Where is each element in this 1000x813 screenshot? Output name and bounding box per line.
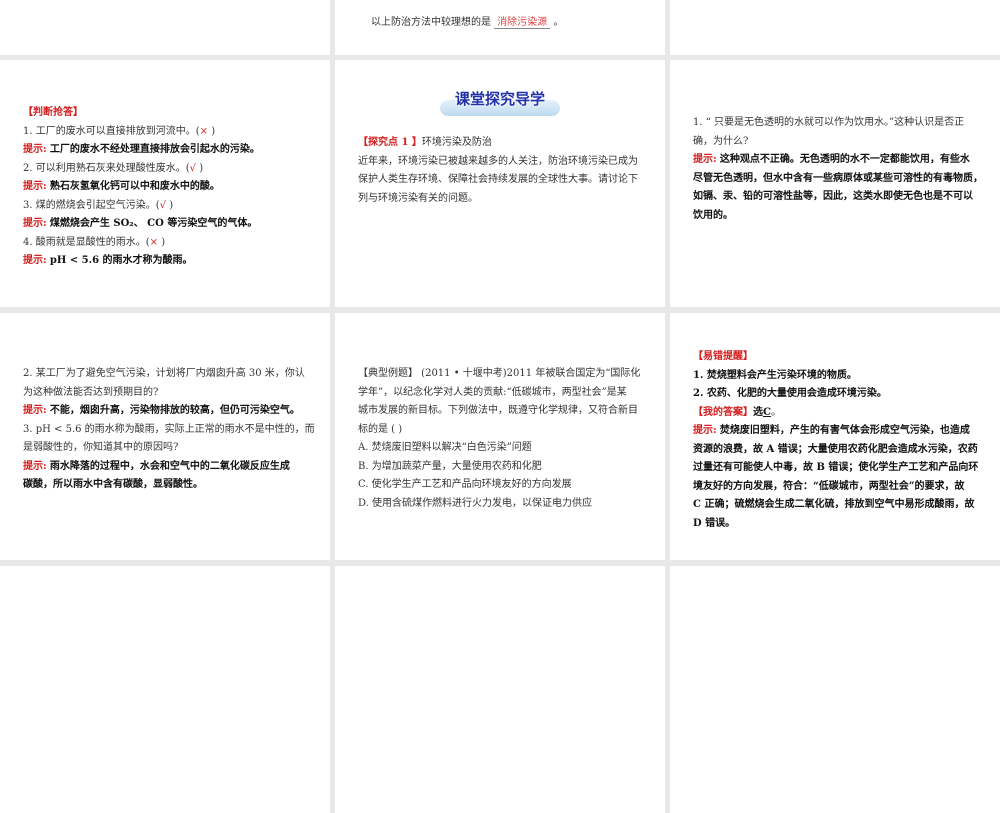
hint-text: 这种观点不正确。无色透明的水不一定都能饮用，有些水 [719, 154, 970, 165]
text-line: 3. pH < 5.6 的雨水称为酸雨，实际上正常的雨水不是中性的，而 [23, 423, 315, 435]
slide-thumbnail[interactable] [0, 0, 330, 55]
hint-text: 尽管无色透明，但水中含有一些病原体或某些可溶性的有毒物质， [693, 172, 983, 184]
slide-judge[interactable]: 【判断抢答】 1. 工厂的废水可以直接排放到河流中。(× ) 提示: 工厂的废水… [0, 60, 330, 307]
bracket: ) [199, 162, 204, 174]
explore-text: 【探究点 1 】环境污染及防治 近年来，环境污染已被越来越多的人关注，防治环境污… [358, 134, 645, 208]
hint-label: 提示: [693, 154, 717, 165]
check-icon: √ [189, 162, 196, 174]
hint-text: D 错误。 [693, 517, 736, 529]
tip-line: 2. 农药、化肥的大量使用会造成环境污染。 [693, 388, 887, 399]
hint-label: 提示: [23, 460, 47, 472]
point-title: 环境污染及防治 [421, 137, 492, 148]
slide-thumbnail[interactable] [670, 0, 1000, 55]
judge-hint: 提示: pH < 5.6 的雨水才称为酸雨。 [23, 252, 310, 271]
text-line: 选 [753, 406, 763, 418]
answer-blank: 消除污染源 [494, 17, 551, 29]
hint-text: 工厂的废水不经处理直接排放会引起水的污染。 [49, 144, 260, 155]
text-line: 确，为什么? [693, 135, 749, 147]
text-line: 是弱酸性的，你知道其中的原因吗? [23, 442, 179, 453]
text-line: 【典型例题】 (2011 • 十堰中考)2011 年被联合国定为“国际化 [358, 368, 641, 379]
question-text: 2. 某工厂为了避免空气污染，计划将厂内烟囱升高 30 米，你认 为这种做法能否… [23, 365, 315, 495]
my-answer-label: 【我的答案】 [693, 406, 753, 418]
slide-thumbnail[interactable] [670, 566, 1000, 813]
option-c: C. 使化学生产工艺和产品向环境友好的方向发展 [358, 479, 572, 490]
hint-text: 焚烧废旧塑料，产生的有害气体会形成空气污染，也造成 [719, 425, 970, 436]
judge-question: 4. 酸雨就是显酸性的雨水。(× ) [23, 234, 310, 253]
text-line: 列与环境污染有关的问题。 [358, 192, 478, 204]
text-line: 保护人类生存环境、保障社会持续发展的全球性大事。请讨论下 [358, 174, 638, 185]
text-line: 2. 某工厂为了避免空气污染，计划将厂内烟囱升高 30 米，你认 [23, 368, 305, 379]
slide-question-2-3[interactable]: 2. 某工厂为了避免空气污染，计划将厂内烟囱升高 30 米，你认 为这种做法能否… [0, 313, 330, 560]
slide-text: 以上防治方法中较理想的是 消除污染源 。 [371, 14, 645, 33]
tips-heading: 【易错提醒】 [693, 351, 753, 362]
hint-text: pH < 5.6 的雨水才称为酸雨。 [49, 255, 193, 266]
text-line: 。 [770, 406, 781, 418]
hint-text: 煤燃烧会产生 SO₂、 CO 等污染空气的气体。 [49, 218, 258, 229]
hint-text: 过量还有可能使人中毒，故 B 错误；使化学生产工艺和产品向环 [693, 462, 979, 473]
question-text: 3. 煤的燃烧会引起空气污染。( [23, 199, 160, 211]
tip-line: 1. 焚烧塑料会产生污染环境的物质。 [693, 369, 857, 381]
hint-text: 熟石灰氢氧化钙可以中和废水中的酸。 [49, 181, 220, 192]
judge-hint: 提示: 熟石灰氢氧化钙可以中和废水中的酸。 [23, 178, 310, 197]
question-text: 1. “ 只要是无色透明的水就可以作为饮用水。”这种认识是否正 确，为什么? 提… [693, 114, 983, 225]
slide-question-1[interactable]: 1. “ 只要是无色透明的水就可以作为饮用水。”这种认识是否正 确，为什么? 提… [670, 60, 1000, 307]
slide-explore[interactable]: 课堂探究导学 【探究点 1 】环境污染及防治 近年来，环境污染已被越来越多的人关… [335, 60, 665, 307]
bracket: ) [161, 236, 166, 248]
point-label: 【探究点 1 】 [358, 137, 422, 148]
bracket: ) [211, 125, 216, 137]
option-b: B. 为增加蔬菜产量，大量使用农药和化肥 [358, 460, 542, 472]
text-line: 近年来，环境污染已被越来越多的人关注，防治环境污染已成为 [358, 155, 638, 167]
hint-text: 不能，烟囱升高，污染物排放的较高，但仍可污染空气。 [49, 405, 300, 416]
text-line: 学年”，以纪念化学对人类的贡献:“低碳城市，两型社会”是某 [358, 386, 627, 398]
judge-hint: 提示: 工厂的废水不经处理直接排放会引起水的污染。 [23, 141, 310, 160]
text-line: 为这种做法能否达到预期目的? [23, 386, 159, 398]
cross-icon: × [199, 125, 209, 137]
slide-thumbnail[interactable] [0, 566, 330, 813]
hint-label: 提示: [23, 181, 47, 192]
hint-label: 提示: [23, 144, 47, 155]
hint-label: 提示: [23, 405, 47, 416]
section-title: 课堂探究导学 [435, 88, 565, 118]
hint-text: 境友好的方向发展，符合：“低碳城市，两型社会”的要求，故 [693, 480, 965, 492]
hint-text: 饮用的。 [693, 209, 733, 221]
question-text: 1. 工厂的废水可以直接排放到河流中。( [23, 125, 200, 137]
hint-label: 提示: [23, 255, 47, 266]
hint-text: 如镉、汞、铅的可溶性盐等，因此，这类水即使无色也是不可以 [693, 191, 973, 202]
hint-text: 雨水降落的过程中，水会和空气中的二氧化碳反应生成 [49, 460, 290, 472]
judge-question: 1. 工厂的废水可以直接排放到河流中。(× ) [23, 123, 310, 142]
hint-label: 提示: [23, 218, 47, 229]
slide-example[interactable]: 【典型例题】 (2011 • 十堰中考)2011 年被联合国定为“国际化 学年”… [335, 313, 665, 560]
judge-question: 3. 煤的燃烧会引起空气污染。(√ ) [23, 197, 310, 216]
question-text: 4. 酸雨就是显酸性的雨水。( [23, 236, 150, 248]
judge-heading: 【判断抢答】 [23, 107, 83, 118]
hint-text: C 正确；硫燃烧会生成二氧化硫，排放到空气中易形成酸雨，故 [693, 499, 975, 510]
hint-text: 资源的浪费，故 A 错误；大量使用农药化肥会造成水污染，农药 [693, 443, 978, 455]
check-icon: √ [159, 199, 166, 211]
text-line: 城市发展的新目标。下列做法中，既遵守化学规律，又符合新目 [358, 405, 638, 416]
text-line: 。 [553, 17, 564, 28]
example-text: 【典型例题】 (2011 • 十堰中考)2011 年被联合国定为“国际化 学年”… [358, 365, 645, 513]
bracket: ) [169, 199, 174, 211]
judge-hint: 提示: 煤燃烧会产生 SO₂、 CO 等污染空气的气体。 [23, 215, 310, 234]
question-text: 2. 可以利用熟石灰来处理酸性废水。( [23, 162, 190, 174]
text-line: 以上防治方法中较理想的是 [371, 17, 491, 28]
option-a: A. 焚烧废旧塑料以解决“白色污染”问题 [358, 442, 532, 453]
slide-thumbnail[interactable] [335, 566, 665, 813]
text-line: 1. “ 只要是无色透明的水就可以作为饮用水。”这种认识是否正 [693, 117, 965, 128]
option-d: D. 使用含硫煤作燃料进行火力发电，以保证电力供应 [358, 497, 593, 509]
answer-text: 【易错提醒】 1. 焚烧塑料会产生污染环境的物质。 2. 农药、化肥的大量使用会… [693, 348, 980, 533]
slide-answer[interactable]: 【易错提醒】 1. 焚烧塑料会产生污染环境的物质。 2. 农药、化肥的大量使用会… [670, 313, 1000, 560]
hint-text: 碳酸，所以雨水中含有碳酸，显弱酸性。 [23, 479, 203, 490]
cross-icon: × [149, 236, 159, 248]
text-line: 标的是 ( ) [358, 423, 403, 435]
hint-label: 提示: [693, 425, 717, 436]
judge-list: 【判断抢答】 1. 工厂的废水可以直接排放到河流中。(× ) 提示: 工厂的废水… [23, 104, 310, 271]
title-text: 课堂探究导学 [454, 90, 545, 108]
judge-question: 2. 可以利用熟石灰来处理酸性废水。(√ ) [23, 160, 310, 179]
slide-thumbnail[interactable]: 以上防治方法中较理想的是 消除污染源 。 [335, 0, 665, 55]
my-answer: C [763, 406, 771, 418]
